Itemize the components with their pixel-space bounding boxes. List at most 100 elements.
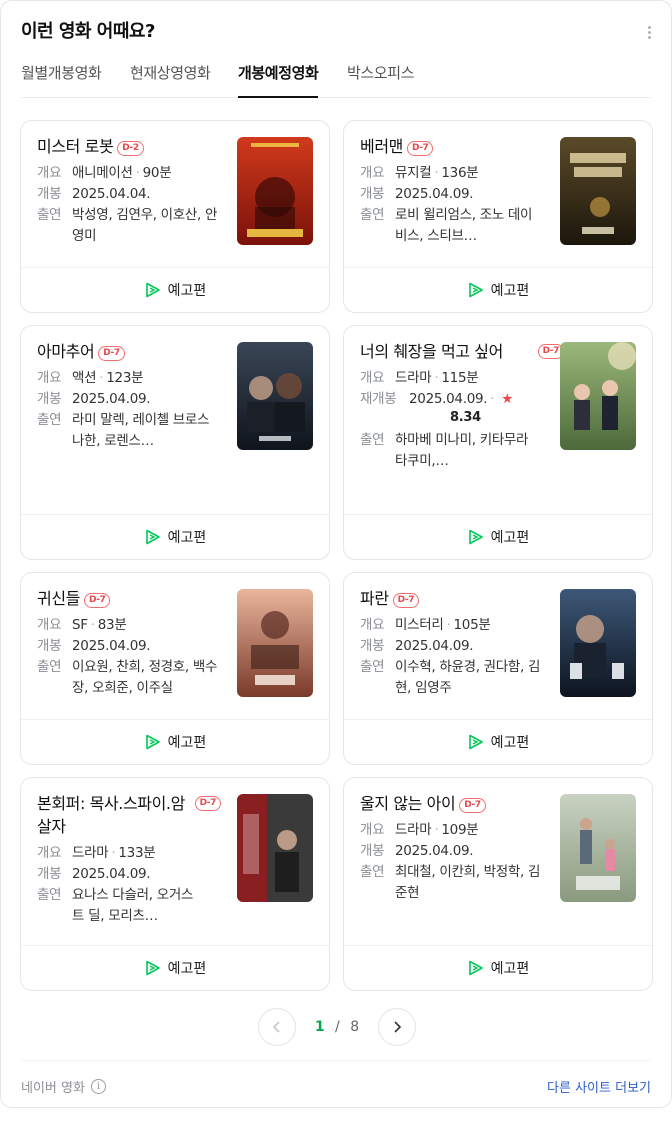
release-label: 개봉	[360, 638, 385, 654]
chevron-right-icon	[394, 1021, 402, 1033]
movie-poster[interactable]	[237, 794, 313, 902]
panel-header: 이런 영화 어때요?	[21, 19, 657, 49]
release-date: 2025.04.09.	[395, 186, 474, 202]
movie-card[interactable]: 베러맨 D-7 개요 뮤지컬 · 136분 개봉 2025.04.09. 출연 로비 윌리엄…	[343, 120, 653, 313]
play-icon	[468, 734, 483, 750]
movie-title[interactable]: 본회퍼: 목사.스파이.암살자 D-7	[37, 792, 221, 838]
movie-card[interactable]: 너의 췌장을 먹고 싶어 D-7 개요 드라마 · 115분 재개봉 2025.04.09…	[343, 325, 653, 560]
play-icon	[468, 960, 483, 976]
movie-rating: 8.34	[450, 410, 481, 425]
trailer-button[interactable]: 예고편	[21, 514, 329, 559]
movie-cast: 요나스 다슬러, 오거스트 딜, 모리츠…	[72, 887, 194, 924]
movie-genre: 드라마	[395, 370, 432, 386]
movie-title[interactable]: 울지 않는 아이 D-7	[360, 792, 544, 815]
movie-card[interactable]: 본회퍼: 목사.스파이.암살자 D-7 개요 드라마 · 133분 개봉 2025.04.…	[20, 777, 330, 991]
trailer-button[interactable]: 예고편	[344, 514, 652, 559]
trailer-button[interactable]: 예고편	[21, 267, 329, 312]
tab-monthly-release[interactable]: 월별개봉영화	[21, 57, 102, 98]
overview-label: 개요	[360, 165, 385, 181]
trailer-button[interactable]: 예고편	[21, 945, 329, 990]
movie-runtime: 105분	[453, 617, 491, 633]
cast-label: 출연	[360, 659, 385, 675]
more-sites-link[interactable]: 다른 사이트 더보기	[547, 1077, 651, 1096]
prev-page-button[interactable]	[258, 1008, 296, 1046]
movie-card[interactable]: 아마추어 D-7 개요 액션 · 123분 개봉 2025.04.09. 출연 라미 말렉,…	[20, 325, 330, 560]
dday-badge: D-2	[117, 141, 144, 156]
trailer-label: 예고편	[167, 530, 207, 546]
movie-poster[interactable]	[560, 137, 636, 245]
trailer-button[interactable]: 예고편	[344, 719, 652, 764]
chevron-left-icon	[272, 1021, 280, 1033]
tab-now-showing[interactable]: 현재상영영화	[130, 57, 211, 98]
movie-runtime: 109분	[441, 822, 479, 838]
more-options-icon[interactable]	[641, 19, 657, 45]
tab-box-office[interactable]: 박스오피스	[347, 57, 414, 98]
movie-genre: SF	[72, 617, 88, 633]
trailer-button[interactable]: 예고편	[344, 267, 652, 312]
movie-title[interactable]: 미스터 로봇 D-2	[37, 135, 221, 158]
play-icon	[145, 282, 160, 298]
release-date: 2025.04.09.	[395, 638, 474, 654]
movie-poster[interactable]	[237, 342, 313, 450]
dday-badge: D-7	[194, 796, 221, 811]
next-page-button[interactable]	[378, 1008, 416, 1046]
star-icon: ★	[501, 391, 514, 407]
movie-genre: 뮤지컬	[395, 165, 432, 181]
play-icon	[468, 529, 483, 545]
trailer-label: 예고편	[167, 735, 207, 751]
trailer-label: 예고편	[490, 735, 530, 751]
movie-cast: 이요원, 찬희, 정경호, 백수장, 오희준, 이주실	[72, 659, 218, 696]
movie-genre: 드라마	[72, 845, 109, 861]
overview-label: 개요	[360, 617, 385, 633]
release-label: 개봉	[37, 866, 62, 882]
movie-title[interactable]: 파란 D-7	[360, 587, 544, 610]
panel-title: 이런 영화 어때요?	[21, 21, 155, 42]
movie-runtime: 133분	[118, 845, 156, 861]
movie-cast: 하마베 미나미, 키타무라 타쿠미,…	[395, 432, 529, 469]
release-label: 개봉	[37, 391, 62, 407]
release-label: 개봉	[37, 638, 62, 654]
trailer-button[interactable]: 예고편	[344, 945, 652, 990]
dday-badge: D-7	[98, 346, 125, 361]
overview-label: 개요	[360, 822, 385, 838]
movie-poster[interactable]	[560, 794, 636, 902]
cast-label: 출연	[37, 207, 62, 223]
trailer-button[interactable]: 예고편	[21, 719, 329, 764]
play-icon	[145, 529, 160, 545]
release-date: 2025.04.09.	[72, 391, 151, 407]
release-label: 개봉	[37, 186, 62, 202]
movie-runtime: 83분	[97, 617, 127, 633]
movie-card[interactable]: 귀신들 D-7 개요 SF · 83분 개봉 2025.04.09. 출연 이요원, 찬희,…	[20, 572, 330, 765]
movie-poster[interactable]	[237, 589, 313, 697]
cast-label: 출연	[360, 207, 385, 223]
cast-label: 출연	[360, 864, 385, 880]
movie-card[interactable]: 울지 않는 아이 D-7 개요 드라마 · 109분 개봉 2025.04.09. 출연 최…	[343, 777, 653, 991]
cast-label: 출연	[37, 659, 62, 675]
movie-title[interactable]: 너의 췌장을 먹고 싶어 D-7	[360, 340, 564, 363]
movie-poster[interactable]	[560, 589, 636, 697]
movie-cast: 로비 윌리엄스, 조노 데이비스, 스티브…	[395, 207, 533, 244]
movie-title[interactable]: 아마추어 D-7	[37, 340, 221, 363]
movie-genre: 드라마	[395, 822, 432, 838]
movie-poster[interactable]	[237, 137, 313, 245]
panel-footer: 네이버 영화 i 다른 사이트 더보기	[21, 1060, 651, 1108]
overview-label: 개요	[360, 370, 385, 386]
movie-title[interactable]: 귀신들 D-7	[37, 587, 221, 610]
movie-card[interactable]: 미스터 로봇 D-2 개요 애니메이션 · 90분 개봉 2025.04.04. 출연 박성…	[20, 120, 330, 313]
movie-title[interactable]: 베러맨 D-7	[360, 135, 544, 158]
rerelease-label: 재개봉	[360, 391, 397, 407]
release-date: 2025.04.09.	[395, 843, 474, 859]
movie-poster[interactable]	[560, 342, 636, 450]
movie-cast: 최대철, 이칸희, 박정학, 김준현	[395, 864, 541, 901]
movie-runtime: 136분	[441, 165, 479, 181]
tab-upcoming[interactable]: 개봉예정영화	[238, 57, 319, 98]
dday-badge: D-7	[459, 798, 486, 813]
info-icon[interactable]: i	[90, 1079, 106, 1094]
movie-runtime: 115분	[441, 370, 479, 386]
movie-card[interactable]: 파란 D-7 개요 미스터리 · 105분 개봉 2025.04.09. 출연 이수혁, 하…	[343, 572, 653, 765]
movie-cast: 박성영, 김연우, 이호산, 안영미	[72, 207, 218, 244]
movie-cast: 라미 말렉, 레이첼 브로스나한, 로렌스…	[72, 412, 210, 449]
dday-badge: D-7	[406, 141, 434, 156]
overview-label: 개요	[37, 370, 62, 386]
release-date: 2025.04.09.	[72, 866, 151, 882]
